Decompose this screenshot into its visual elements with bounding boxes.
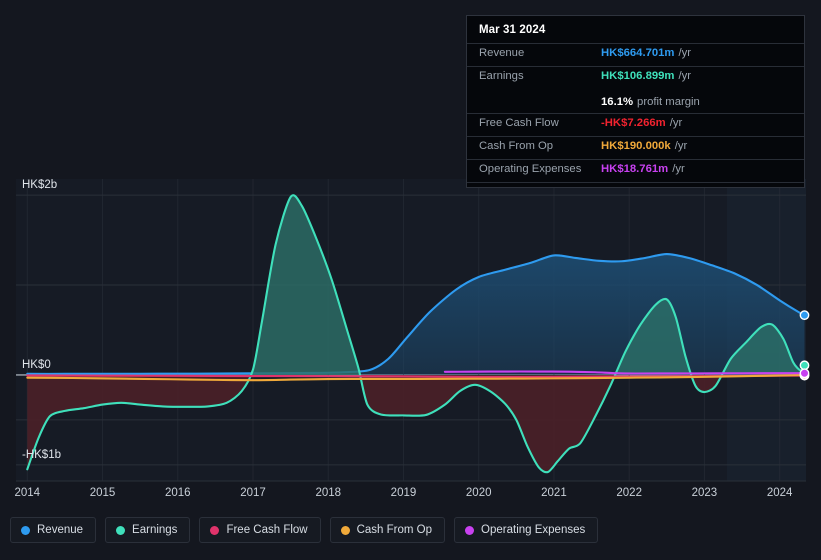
tooltip-metric-unit: /yr (678, 47, 691, 59)
legend-item-revenue[interactable]: Revenue (10, 517, 96, 543)
x-axis-tick-label: 2021 (541, 487, 567, 499)
legend-item-free-cash-flow[interactable]: Free Cash Flow (199, 517, 320, 543)
x-axis-tick-label: 2022 (616, 487, 642, 499)
legend-item-operating-expenses[interactable]: Operating Expenses (454, 517, 598, 543)
series-endpoint-marker (800, 311, 808, 319)
series-endpoint-marker (800, 369, 808, 377)
tooltip-row: Cash From OpHK$190.000k/yr (467, 136, 804, 159)
tooltip-rows: RevenueHK$664.701m/yrEarningsHK$106.899m… (467, 43, 804, 183)
legend-item-earnings[interactable]: Earnings (105, 517, 190, 543)
x-axis-tick-label: 2020 (466, 487, 492, 499)
tooltip-date: Mar 31 2024 (467, 23, 804, 43)
x-axis-tick-label: 2019 (391, 487, 417, 499)
x-axis-tick-label: 2015 (90, 487, 116, 499)
tooltip-metric-value: HK$664.701m/yr (601, 47, 691, 59)
tooltip-metric-label: Operating Expenses (479, 163, 601, 175)
tooltip-metric-label: Free Cash Flow (479, 117, 601, 129)
x-axis-tick-label: 2016 (165, 487, 191, 499)
x-axis-tick-label: 2017 (240, 487, 266, 499)
legend-item-label: Revenue (37, 524, 83, 536)
tooltip-row: RevenueHK$664.701m/yr (467, 43, 804, 66)
legend-item-label: Free Cash Flow (226, 524, 307, 536)
data-tooltip: Mar 31 2024 RevenueHK$664.701m/yrEarning… (466, 15, 805, 188)
y-axis-tick-label: -HK$1b (22, 449, 61, 461)
legend-color-dot-icon (465, 526, 474, 535)
chart-legend[interactable]: Revenue Earnings Free Cash Flow Cash From O… (10, 517, 598, 543)
tooltip-margin-value: 16.1% (601, 96, 633, 108)
tooltip-row: Free Cash Flow-HK$7.266m/yr (467, 113, 804, 136)
tooltip-metric-value: HK$106.899m/yr (601, 70, 691, 82)
legend-item-cash-from-op[interactable]: Cash From Op (330, 517, 445, 543)
y-axis-tick-label: HK$2b (22, 179, 57, 191)
tooltip-metric-label: Earnings (479, 70, 601, 82)
x-axis-tick-label: 2024 (767, 487, 793, 499)
tooltip-metric-unit: /yr (672, 163, 685, 175)
financial-chart-page: HK$2b HK$0 -HK$1b 2014 2015 2016 2017 2018 2019… (0, 0, 821, 560)
x-axis-tick-label: 2014 (14, 487, 40, 499)
tooltip-margin-value-group: 16.1% profit margin (601, 92, 700, 110)
tooltip-profit-margin-row: 16.1% profit margin (467, 89, 804, 113)
tooltip-metric-value: HK$190.000k/yr (601, 140, 687, 152)
tooltip-metric-label: Cash From Op (479, 140, 601, 152)
x-axis-tick-label: 2018 (315, 487, 341, 499)
tooltip-metric-unit: /yr (670, 117, 683, 129)
tooltip-bottom-rule (467, 182, 804, 183)
tooltip-metric-unit: /yr (678, 70, 691, 82)
legend-color-dot-icon (116, 526, 125, 535)
x-axis-labels-layer: 2014 2015 2016 2017 2018 2019 2020 2021 2022 2023… (14, 481, 806, 499)
tooltip-metric-value: HK$18.761m/yr (601, 163, 685, 175)
tooltip-margin-label: profit margin (637, 96, 700, 108)
tooltip-row: EarningsHK$106.899m/yr (467, 66, 804, 89)
tooltip-metric-unit: /yr (675, 140, 688, 152)
tooltip-metric-value: -HK$7.266m/yr (601, 117, 682, 129)
legend-item-label: Earnings (132, 524, 177, 536)
legend-color-dot-icon (21, 526, 30, 535)
legend-item-label: Operating Expenses (481, 524, 585, 536)
legend-item-label: Cash From Op (357, 524, 432, 536)
legend-color-dot-icon (210, 526, 219, 535)
series-endpoint-marker (800, 361, 808, 369)
tooltip-metric-label: Revenue (479, 47, 601, 59)
x-axis-tick-label: 2023 (692, 487, 718, 499)
legend-color-dot-icon (341, 526, 350, 535)
tooltip-row: Operating ExpensesHK$18.761m/yr (467, 159, 804, 182)
y-axis-tick-label: HK$0 (22, 359, 51, 371)
